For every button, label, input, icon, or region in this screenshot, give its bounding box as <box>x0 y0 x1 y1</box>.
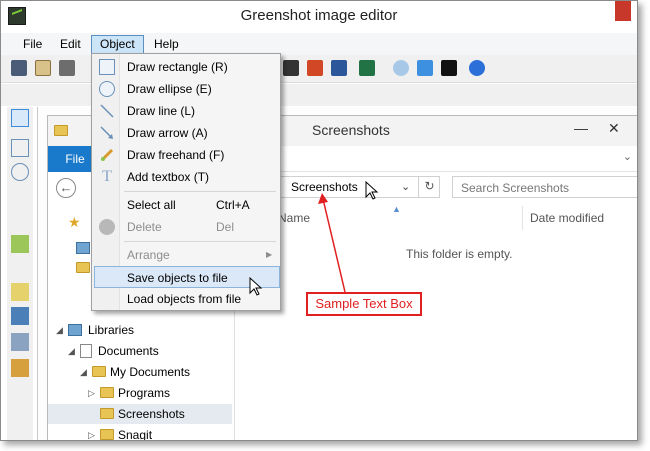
editor-window: Greenshot image editor File Edit Object … <box>0 0 638 441</box>
sample-text-box[interactable]: Sample Text Box <box>306 292 422 316</box>
mouse-cursor-icon <box>365 181 379 200</box>
mouse-cursor-icon <box>249 277 263 296</box>
annotation-arrow <box>318 193 346 293</box>
